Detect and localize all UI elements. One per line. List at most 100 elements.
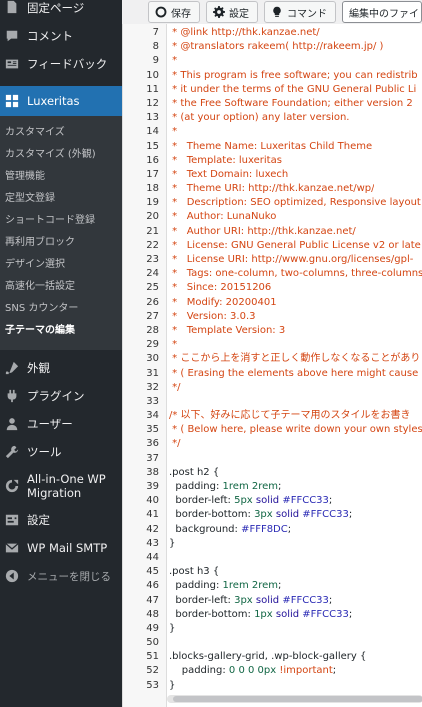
code-line: 27 * Version: 3.0.3 [123,310,422,324]
sidebar-item-tools[interactable]: ツール [0,438,122,466]
code-token: .post h3 { [169,566,220,578]
code-text: padding: 1rem 2rem; [163,480,281,494]
code-line: 37 [123,452,422,466]
line-number: 30 [146,353,159,365]
line-number: 29 [146,339,159,351]
sidebar-item-label: プラグイン [27,389,85,403]
submenu-item-customize-appearance[interactable]: カスタマイズ (外観) [0,144,122,166]
editor-toolbar: 保存 設定 コマンド 編集中のファイ [122,0,422,24]
sidebar-item-luxeritas[interactable]: Luxeritas [0,86,122,116]
code-line: 48 border-bottom: 1px solid #FFCC33; [123,608,422,622]
code-lines: 7 * @link http://thk.kanzae.net/8 * @tra… [123,26,422,693]
code-token: * [169,55,178,67]
sidebar-item-label: Luxeritas [27,94,80,108]
line-number: 31 [146,367,159,379]
code-text: * it under the terms of the GNU General … [163,83,416,97]
code-line: 22 * License: GNU General Public License… [123,239,422,253]
sidebar-item-appearance[interactable]: 外観 [0,354,122,382]
line-number: 22 [146,239,159,251]
line-number: 49 [146,622,159,634]
submenu-item-reusable-blocks[interactable]: 再利用ブロック [0,232,122,254]
code-text: padding: 0 0 0 0px !important; [163,664,336,678]
sidebar-item-plugins[interactable]: プラグイン [0,382,122,410]
code-editor[interactable]: 7 * @link http://thk.kanzae.net/8 * @tra… [122,24,422,707]
file-select[interactable]: 編集中のファイ [342,1,422,23]
submenu-item-customize[interactable]: カスタマイズ [0,122,122,144]
tool-icon [5,445,19,459]
line-number: 20 [146,211,159,223]
sidebar-item-label: 固定ページ [27,1,85,15]
submenu-item-shortcode-registration[interactable]: ショートコード登録 [0,210,122,232]
save-button[interactable]: 保存 [148,1,200,23]
submenu-item-child-theme-edit[interactable]: 子テーマの編集 [0,320,122,342]
horizontal-scrollbar[interactable] [167,695,422,703]
sidebar-item-settings[interactable]: 設定 [0,506,122,534]
code-line: 26 * Modify: 20200401 [123,296,422,310]
code-token: */ [169,438,181,450]
code-text: background: #FFF8DC; [163,523,291,537]
code-line: 10 * This program is free software; you … [123,69,422,83]
code-token: * ここから上を消すと正しく動作しなくなることがあり [169,353,421,365]
line-number: 25 [146,282,159,294]
settings-button[interactable]: 設定 [206,1,258,23]
code-line: 30 * ここから上を消すと正しく動作しなくなることがあり [123,352,422,366]
submenu-item-phrase-registration[interactable]: 定型文登録 [0,188,122,210]
sidebar-item-pages[interactable]: 固定ページ [0,0,122,22]
code-text: * Tags: one-column, two-columns, three-c… [163,267,422,281]
code-line: 35 * ( Below here, please write down you… [123,423,422,437]
appearance-icon [5,361,19,375]
submenu-item-admin-functions[interactable]: 管理機能 [0,166,122,188]
sidebar-item-comments[interactable]: コメント [0,22,122,50]
code-text: * Author URI: http://thk.kanzae.net/ [163,225,356,239]
code-line: 34 /* 以下、好みに応じて子テーマ用のスタイルをお書き [123,409,422,423]
sidebar-item-feedback[interactable]: フィードバック [0,50,122,78]
line-number: 18 [146,183,159,195]
code-text: .blocks-gallery-grid, .wp-block-gallery … [163,650,366,664]
code-text: padding: 1rem 2rem; [163,579,281,593]
code-token: * ( Below here, please write down your o… [169,424,422,436]
user-icon [5,417,19,431]
code-text: */ [163,381,180,395]
code-token: 0 0 0 0px [228,665,277,677]
code-token: * Theme URI: http://thk.kanzae.net/wp/ [169,183,375,195]
code-token: 1px [254,608,273,620]
code-line: 8 * @translators rakeem( http://rakeem.j… [123,40,422,54]
code-line: 47 border-left: 3px solid #FFCC33; [123,594,422,608]
code-token: solid [252,495,283,507]
line-number: 33 [146,395,159,407]
submenu-item-speed-settings[interactable]: 高速化一括設定 [0,276,122,298]
code-text: } [163,622,175,636]
line-number: 48 [146,608,159,620]
code-token: #FFF8DC [241,523,288,535]
code-line: 16 * Template: luxeritas [123,154,422,168]
code-line: 14 * [123,125,422,139]
sidebar-item-all-in-one-wp-migration[interactable]: All-in-One WP Migration [0,466,122,506]
code-token: padding: [169,481,223,492]
code-text: border-bottom: 3px solid #FFCC33; [163,508,352,522]
code-token: * Theme Name: Luxeritas Child Theme [169,140,373,152]
main-content: 保存 設定 コマンド 編集中のファイ 7 * @link http://thk.… [122,0,422,707]
command-button[interactable]: コマンド [264,1,336,23]
code-line: 25 * Since: 20151206 [123,281,422,295]
code-token: ; [332,665,337,677]
code-text: * Template: luxeritas [163,154,282,168]
feedback-icon [5,57,19,71]
code-token: * License: GNU General Public License v2… [169,239,421,251]
collapse-menu-button[interactable]: メニューを閉じる [0,562,122,590]
submenu-item-sns-counter[interactable]: SNS カウンター [0,298,122,320]
save-button-label: 保存 [171,8,191,20]
line-number: 10 [146,69,159,81]
code-line: 36 */ [123,437,422,451]
code-line: 52 padding: 0 0 0 0px !important; [123,664,422,678]
code-token: 3px [254,509,273,521]
submenu-item-design-select[interactable]: デザイン選択 [0,254,122,276]
code-line: 15 * Theme Name: Luxeritas Child Theme [123,140,422,154]
scrollbar-thumb[interactable] [173,696,422,702]
sidebar-item-wp-mail-smtp[interactable]: WP Mail SMTP [0,534,122,562]
sidebar-item-users[interactable]: ユーザー [0,410,122,438]
code-text: * Template Version: 3 [163,324,285,338]
luxeritas-icon [5,94,19,108]
code-token: * @translators rakeem( http://rakeem.jp/… [169,41,384,53]
settings-icon [5,513,19,527]
